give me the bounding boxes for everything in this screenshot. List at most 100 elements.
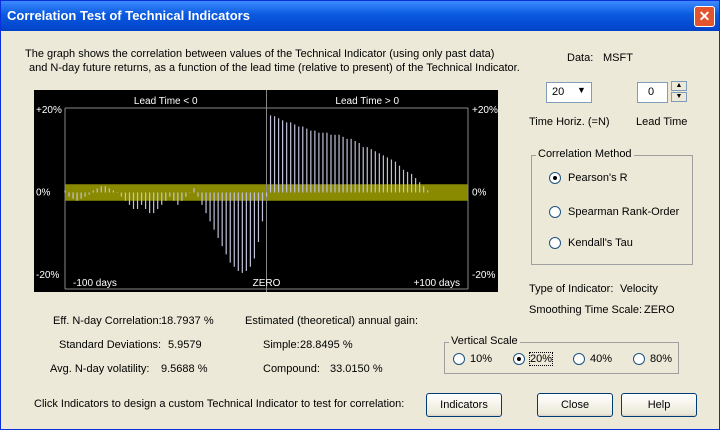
chart-bar — [72, 192, 74, 199]
correlation-chart-svg: Lead Time < 0 Lead Time > 0 +20% +20% 0% 0% -2… — [34, 90, 498, 292]
y-tick-label-left: -20% — [36, 270, 59, 281]
chart-bar — [402, 169, 405, 193]
chart-bar — [64, 190, 66, 193]
chart-bar — [342, 136, 344, 193]
chart-bar — [165, 192, 167, 201]
chart-bar — [382, 155, 384, 193]
chart-bar — [169, 192, 171, 197]
chart-bar — [132, 192, 135, 209]
chart-bar — [149, 192, 151, 214]
chart-bar — [306, 128, 308, 193]
chart-bar — [386, 157, 388, 193]
chart-bar — [181, 192, 183, 201]
smoothing-value: ZERO — [644, 304, 675, 316]
chart-bar — [128, 192, 131, 205]
chart-bar — [145, 192, 147, 209]
chart-bar — [290, 122, 292, 193]
indicator-type-value: Velocity — [620, 283, 658, 295]
radio-spearman[interactable] — [549, 206, 561, 218]
y-tick-label-left: 0% — [36, 188, 51, 199]
top-label-lead-negative: Lead Time < 0 — [134, 96, 198, 107]
radio-kendall[interactable] — [549, 237, 561, 249]
eff-correlation-label: Eff. N-day Correlation: — [53, 315, 162, 327]
chart-bar — [241, 192, 243, 273]
chart-bar — [80, 192, 82, 199]
chart-bar — [366, 147, 368, 193]
lead-time-input[interactable]: 0 — [637, 82, 668, 103]
gain-header: Estimated (theoretical) annual gain: — [245, 315, 419, 327]
close-icon: ✕ — [698, 8, 711, 24]
chart-bar — [217, 192, 219, 238]
chart-bar — [415, 178, 417, 193]
x-tick-label: ZERO — [253, 278, 281, 289]
radio-scale-40[interactable] — [573, 353, 585, 365]
y-tick-label-right: +20% — [472, 105, 498, 116]
chart-bar — [245, 192, 247, 271]
lead-time-up-button[interactable]: ▲ — [671, 81, 687, 91]
chart-bar — [318, 132, 320, 193]
time-horiz-select[interactable]: 20 ▼ — [546, 82, 592, 103]
correlation-method-group: Correlation Method Pearson's R Spearman … — [531, 148, 693, 265]
chart-bar — [161, 192, 163, 205]
simple-gain-label: Simple: — [263, 339, 300, 351]
chart-bar — [193, 188, 195, 193]
time-horiz-label: Time Horiz. (=N) — [529, 116, 610, 128]
chart-bar — [350, 138, 352, 193]
chart-bar — [189, 192, 191, 193]
chart-bar — [96, 188, 98, 193]
scale-80-label: 80% — [650, 353, 673, 365]
chart-bar — [253, 192, 256, 259]
chart-bar — [374, 151, 376, 193]
chart-bar — [213, 192, 215, 230]
help-button[interactable]: Help — [621, 393, 697, 417]
chart-bar — [92, 190, 94, 193]
close-window-button[interactable]: ✕ — [694, 6, 715, 27]
chart-bar — [237, 192, 239, 271]
chart-bar — [108, 188, 110, 193]
dialog-window: Correlation Test of Technical Indicators… — [0, 0, 720, 430]
std-deviations-value: 5.9579 — [168, 339, 202, 351]
description-line-2: and N-day future returns, as a function … — [29, 62, 520, 74]
chart-bar — [423, 186, 425, 193]
arrow-down-icon: ▼ — [675, 93, 683, 100]
time-horiz-value: 20 — [552, 86, 565, 98]
scale-40-label: 40% — [590, 353, 613, 365]
chart-bar — [221, 192, 223, 247]
eff-correlation-value: 18.7937 % — [161, 315, 214, 327]
chart-bar — [326, 132, 328, 193]
radio-scale-80[interactable] — [633, 353, 645, 365]
radio-scale-10[interactable] — [453, 353, 465, 365]
compound-gain-label: Compound: — [263, 363, 320, 375]
chart-bar — [427, 190, 429, 193]
chart-bar — [124, 192, 127, 201]
chart-bar — [76, 192, 78, 201]
indicators-button[interactable]: Indicators — [426, 393, 502, 417]
scale-20-label: 20% — [528, 352, 554, 366]
chart-bar — [277, 118, 280, 193]
radio-scale-20[interactable] — [513, 353, 525, 365]
radio-pearson[interactable] — [549, 172, 561, 184]
correlation-chart: Lead Time < 0 Lead Time > 0 +20% +20% 0% 0% -2… — [34, 90, 498, 292]
chart-bar — [398, 165, 401, 193]
window-title: Correlation Test of Technical Indicators — [7, 8, 250, 23]
data-value: MSFT — [603, 52, 633, 64]
pearson-label: Pearson's R — [568, 172, 628, 184]
kendall-label: Kendall's Tau — [568, 237, 633, 249]
chart-bar — [100, 186, 102, 193]
close-button[interactable]: Close — [537, 393, 613, 417]
title-bar[interactable]: Correlation Test of Technical Indicators… — [1, 1, 719, 31]
chart-bar — [185, 192, 187, 197]
chart-bar — [406, 171, 409, 193]
chart-bar — [233, 192, 235, 267]
chart-bar — [322, 132, 324, 193]
footer-hint: Click Indicators to design a custom Tech… — [34, 398, 405, 410]
lead-time-down-button[interactable]: ▼ — [671, 92, 687, 102]
chart-bar — [136, 192, 139, 209]
chart-bar — [314, 130, 316, 193]
scale-10-label: 10% — [470, 353, 493, 365]
lead-time-value: 0 — [648, 86, 655, 98]
chart-bar — [201, 192, 203, 205]
chart-bar — [390, 159, 393, 193]
chart-bar — [330, 134, 332, 193]
chart-bar — [197, 192, 199, 197]
